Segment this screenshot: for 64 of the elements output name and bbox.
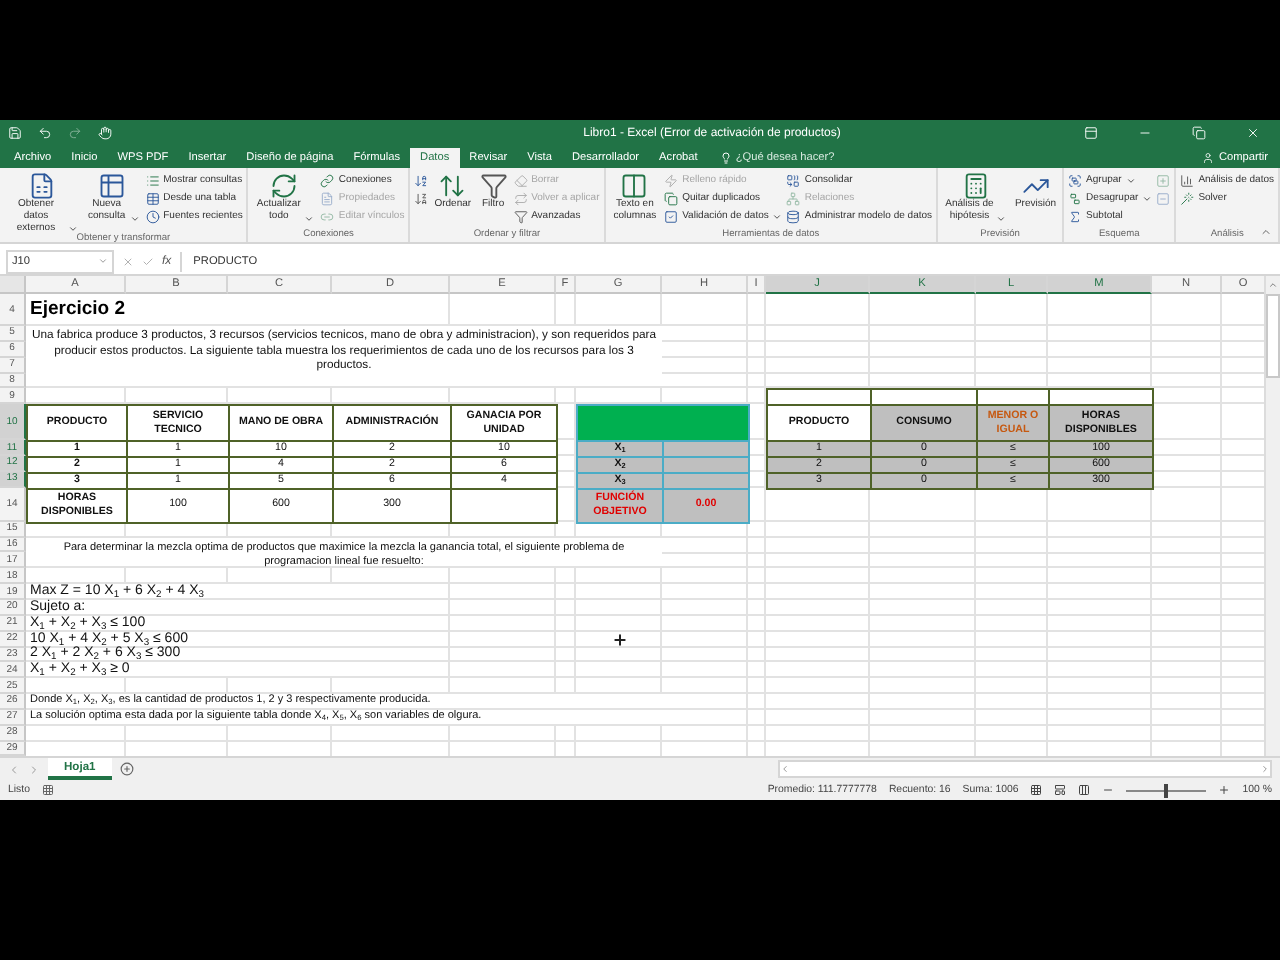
scroll-right-icon[interactable]	[1260, 764, 1270, 774]
sort-ascending-icon	[414, 173, 429, 187]
copy-icon	[664, 191, 679, 205]
normal-view-icon[interactable]	[1030, 784, 1043, 796]
sigma-icon	[1068, 209, 1083, 223]
person-icon	[1202, 152, 1215, 164]
table-icon	[98, 172, 127, 200]
refresh-icon	[270, 172, 299, 200]
filter-icon	[479, 172, 508, 200]
link-icon	[320, 209, 335, 223]
group-icon	[1068, 173, 1083, 187]
sort-descending-icon	[414, 191, 429, 205]
table-icon	[145, 191, 160, 205]
lightning-icon	[664, 173, 679, 187]
ribbon-icon-button[interactable]	[414, 190, 429, 206]
next-sheet-icon[interactable]	[28, 763, 40, 775]
close-icon[interactable]	[1246, 126, 1260, 140]
page-break-icon[interactable]	[1078, 784, 1091, 796]
exercise-title: Ejercicio 2	[30, 298, 126, 320]
clock-icon	[145, 209, 160, 223]
scrollbar-thumb[interactable]	[1266, 294, 1280, 378]
horizontal-scrollbar[interactable]	[778, 760, 1272, 778]
macro-record-icon[interactable]	[41, 784, 54, 796]
scroll-left-icon[interactable]	[780, 764, 790, 774]
select-all-button[interactable]	[0, 276, 26, 294]
zoom-out-icon[interactable]	[1102, 784, 1115, 796]
bar-chart-icon	[1180, 173, 1195, 187]
collapse-ribbon-icon[interactable]	[1260, 226, 1272, 238]
plus-cursor-icon	[611, 631, 627, 648]
filter-icon	[513, 209, 528, 223]
checkmark-icon[interactable]	[142, 255, 154, 267]
zoom-thumb[interactable]	[1164, 783, 1169, 797]
spreadsheet-icon	[28, 172, 56, 200]
ribbon-options-icon[interactable]	[1084, 126, 1098, 140]
zoom-in-icon[interactable]	[1218, 784, 1231, 796]
new-sheet-icon[interactable]	[119, 762, 134, 776]
save-icon[interactable]	[8, 126, 22, 140]
scroll-up-icon[interactable]	[1268, 280, 1278, 290]
caret-icon[interactable]	[98, 256, 108, 266]
lightbulb-icon	[719, 152, 732, 164]
calculator-icon	[961, 172, 990, 200]
page-layout-icon[interactable]	[1054, 784, 1067, 796]
plus-icon	[1156, 173, 1171, 187]
previous-sheet-icon[interactable]	[8, 763, 20, 775]
minimize-icon[interactable]	[1138, 126, 1152, 140]
document-icon	[320, 191, 335, 205]
ungroup-icon	[1068, 191, 1083, 205]
list-icon	[145, 173, 160, 187]
database-icon	[786, 209, 801, 223]
sort-icon	[438, 172, 467, 200]
eraser-icon	[513, 173, 528, 187]
cancel-icon[interactable]	[122, 255, 134, 267]
minus-icon	[1156, 191, 1171, 205]
restore-icon[interactable]	[1192, 126, 1206, 140]
hand-icon[interactable]	[98, 126, 112, 140]
columns-icon	[620, 172, 649, 200]
merge-icon	[786, 173, 801, 187]
checkbox-icon	[664, 209, 679, 223]
repeat-icon	[513, 191, 528, 205]
undo-icon[interactable]	[38, 126, 52, 140]
link-icon	[320, 173, 335, 187]
network-icon	[786, 191, 801, 205]
redo-icon[interactable]	[68, 126, 82, 140]
ribbon-icon-button[interactable]	[414, 172, 429, 188]
